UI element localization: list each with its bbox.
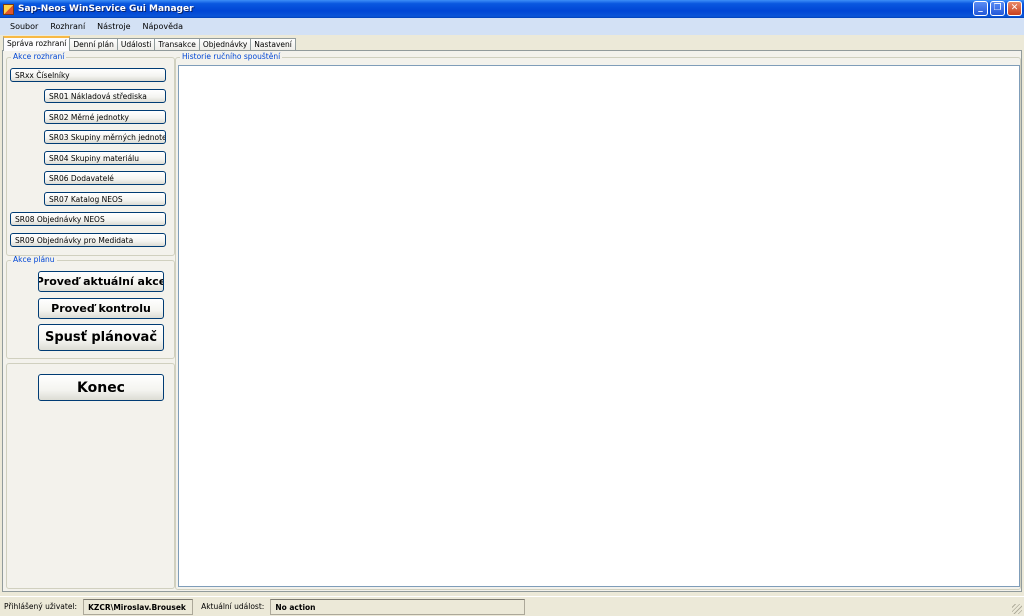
sr01-button[interactable]: SR01 Nákladová střediska bbox=[44, 89, 166, 103]
sr06-button[interactable]: SR06 Dodavatelé bbox=[44, 171, 166, 185]
window-title: Sap-Neos WinService Gui Manager bbox=[18, 4, 194, 14]
app-icon bbox=[3, 3, 14, 15]
konec-button[interactable]: Konec bbox=[38, 374, 164, 401]
interface-actions-legend: Akce rozhraní bbox=[13, 52, 65, 61]
title-bar[interactable]: Sap-Neos WinService Gui Manager _ ❐ ✕ bbox=[0, 0, 1024, 18]
sr04-button[interactable]: SR04 Skupiny materiálu bbox=[44, 151, 166, 165]
history-list[interactable] bbox=[178, 65, 1020, 587]
user-value: KZCR\Miroslav.Brousek bbox=[83, 598, 194, 615]
run-current-actions-button[interactable]: Proveď aktuální akce bbox=[38, 271, 164, 292]
sr03-button[interactable]: SR03 Skupiny měrných jednotek bbox=[44, 130, 166, 144]
tab-panel: Akce rozhraní SRxx Číselníky SR01 Náklad… bbox=[2, 50, 1022, 592]
user-label: Přihlášený uživatel: bbox=[4, 602, 78, 611]
sr02-button[interactable]: SR02 Měrné jednotky bbox=[44, 110, 166, 124]
close-button[interactable]: ✕ bbox=[1007, 1, 1022, 16]
event-label: Aktuální událost: bbox=[201, 602, 265, 611]
plan-actions-legend: Akce plánu bbox=[13, 255, 55, 264]
sr08-button[interactable]: SR08 Objednávky NEOS bbox=[10, 212, 166, 226]
minimize-button[interactable]: _ bbox=[973, 1, 988, 16]
event-value: No action bbox=[270, 598, 526, 615]
run-check-button[interactable]: Proveď kontrolu bbox=[38, 298, 164, 319]
status-bar: Přihlášený uživatel: KZCR\Miroslav.Brous… bbox=[0, 596, 1024, 616]
menu-bar: Soubor Rozhraní Nástroje Nápověda bbox=[0, 18, 1024, 35]
menu-soubor[interactable]: Soubor bbox=[4, 22, 44, 31]
tab-strip: Správa rozhraní Denní plán Události Tran… bbox=[3, 36, 296, 51]
srxx-ciselniky-button[interactable]: SRxx Číselníky bbox=[10, 68, 166, 82]
tab-sprava-rozhrani[interactable]: Správa rozhraní bbox=[3, 36, 71, 51]
menu-rozhrani[interactable]: Rozhraní bbox=[44, 22, 91, 31]
menu-nastroje[interactable]: Nástroje bbox=[91, 22, 136, 31]
menu-napoveda[interactable]: Nápověda bbox=[137, 22, 190, 31]
sr07-button[interactable]: SR07 Katalog NEOS bbox=[44, 192, 166, 206]
maximize-button[interactable]: ❐ bbox=[990, 1, 1005, 16]
start-scheduler-button[interactable]: Spusť plánovač bbox=[38, 324, 164, 351]
sr09-button[interactable]: SR09 Objednávky pro Medidata bbox=[10, 233, 166, 247]
history-legend: Historie ručního spouštění bbox=[182, 52, 281, 61]
resize-grip-icon[interactable] bbox=[1012, 604, 1022, 614]
